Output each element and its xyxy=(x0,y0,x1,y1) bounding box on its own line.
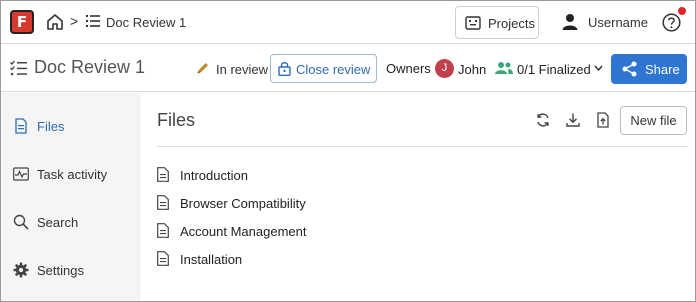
chevron-down-icon[interactable] xyxy=(594,64,603,72)
page-title: Files xyxy=(157,110,196,130)
sidebar-item-label: Search xyxy=(37,215,79,230)
sidebar-item-search[interactable]: Search xyxy=(1,207,140,237)
user-icon[interactable] xyxy=(562,13,578,30)
sidebar-item-label: Settings xyxy=(37,263,84,278)
finalized-status[interactable]: 0/1 Finalized xyxy=(517,62,591,77)
file-icon xyxy=(157,195,169,210)
checklist-icon xyxy=(10,60,27,76)
list-item[interactable]: Account Management xyxy=(157,220,397,242)
list-item[interactable]: Installation xyxy=(157,248,397,270)
projects-icon xyxy=(465,16,481,30)
search-icon xyxy=(13,214,29,230)
share-icon xyxy=(622,61,637,77)
list-icon xyxy=(86,15,100,27)
activity-icon xyxy=(13,167,29,181)
projects-label: Projects xyxy=(488,16,535,31)
share-label: Share xyxy=(645,62,680,77)
document-title: Doc Review 1 xyxy=(34,57,146,77)
pencil-icon xyxy=(197,63,208,74)
file-name: Account Management xyxy=(180,224,307,239)
username[interactable]: Username xyxy=(588,15,648,30)
avatar[interactable]: J xyxy=(435,59,454,78)
owner-name: John xyxy=(458,62,487,77)
sidebar-item-files[interactable]: Files xyxy=(1,111,140,141)
file-name: Installation xyxy=(180,252,243,267)
file-name: Browser Compatibility xyxy=(180,196,306,211)
top-bar: F > Doc Review 1 Projects Username xyxy=(1,1,695,44)
list-item[interactable]: Browser Compatibility xyxy=(157,192,397,214)
sidebar-item-label: Files xyxy=(37,119,65,134)
review-status: In review xyxy=(216,62,269,77)
file-icon xyxy=(157,223,169,238)
close-review-label: Close review xyxy=(296,62,371,77)
notification-dot xyxy=(678,7,686,15)
gear-icon xyxy=(13,262,29,278)
app-logo[interactable]: F xyxy=(10,10,34,34)
sidebar-item-label: Task activity xyxy=(37,167,108,182)
share-button[interactable]: Share xyxy=(611,54,687,84)
sidebar-item-settings[interactable]: Settings xyxy=(1,255,140,285)
group-icon[interactable] xyxy=(495,61,513,75)
divider xyxy=(157,146,687,147)
sidebar: Files Task activity Search Settings xyxy=(1,93,140,301)
app-window: F > Doc Review 1 Projects Username Doc R… xyxy=(0,0,696,302)
lock-icon xyxy=(278,62,291,76)
list-item[interactable]: Introduction xyxy=(157,164,397,186)
download-icon[interactable] xyxy=(565,112,581,128)
owners-label: Owners xyxy=(386,61,431,76)
upload-file-icon[interactable] xyxy=(595,112,611,128)
breadcrumb-separator: > xyxy=(70,13,79,29)
sync-icon[interactable] xyxy=(535,112,551,128)
file-icon xyxy=(15,118,27,134)
file-icon xyxy=(157,167,169,182)
projects-button[interactable]: Projects xyxy=(455,6,539,39)
document-header: Doc Review 1 In review Close review Owne… xyxy=(1,45,695,92)
breadcrumb-doc-title[interactable]: Doc Review 1 xyxy=(106,15,186,30)
home-icon[interactable] xyxy=(45,12,65,32)
sidebar-item-task-activity[interactable]: Task activity xyxy=(1,159,140,189)
help-icon[interactable] xyxy=(662,13,681,32)
file-icon xyxy=(157,251,169,266)
new-file-button[interactable]: New file xyxy=(620,106,687,135)
file-name: Introduction xyxy=(180,168,248,183)
close-review-button[interactable]: Close review xyxy=(270,54,377,83)
